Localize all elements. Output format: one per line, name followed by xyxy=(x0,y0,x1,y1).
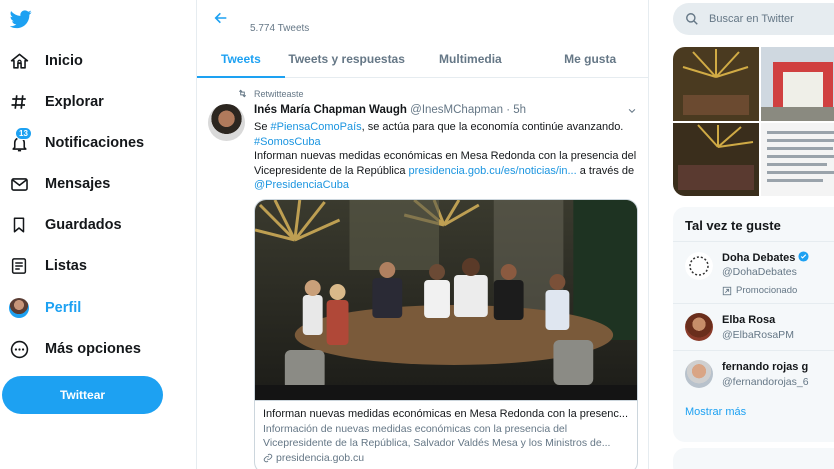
tweet-text-part: a través de xyxy=(576,164,635,177)
main-column: 5.774 Tweets Tweets Tweets y respuestas … xyxy=(196,0,649,469)
user-avatar xyxy=(685,252,713,280)
nav-notifications[interactable]: 13 Notificaciones xyxy=(9,127,144,159)
retweet-indicator: Retwitteaste xyxy=(237,88,304,99)
card-description: Información de nuevas medidas económicas… xyxy=(263,423,611,449)
verified-badge-icon xyxy=(798,251,809,262)
nav-profile[interactable]: Perfil xyxy=(9,292,81,324)
promoted-label: Promocionado xyxy=(722,285,797,296)
hashtag-link[interactable]: #SomosCuba xyxy=(254,136,321,148)
card-title: Informan nuevas medidas económicas en Me… xyxy=(263,408,629,420)
nav-home[interactable]: Inicio xyxy=(9,45,83,77)
nav-bookmarks-label: Guardados xyxy=(45,217,122,233)
nav-explore-label: Explorar xyxy=(45,94,104,110)
tweet-author-handle[interactable]: @InesMChapman xyxy=(410,104,503,116)
retweet-icon xyxy=(238,89,247,98)
tweet-time[interactable]: 5h xyxy=(513,104,526,116)
retweet-label: Retwitteaste xyxy=(254,88,304,99)
twitter-logo-icon[interactable] xyxy=(10,8,32,30)
who-to-follow-title: Tal vez te guste xyxy=(685,218,781,233)
search-icon xyxy=(686,13,698,25)
tab-tweets[interactable]: Tweets xyxy=(197,40,285,78)
promoted-icon xyxy=(722,286,732,295)
bell-icon: 13 xyxy=(9,127,32,153)
link-preview-card[interactable]: Informan nuevas medidas económicas en Me… xyxy=(254,199,638,469)
tweet-line-2: #SomosCuba xyxy=(254,135,639,150)
hashtag-icon xyxy=(9,92,29,112)
left-sidebar: Inicio Explorar 13 Notificaciones Mensaj… xyxy=(0,0,196,469)
user-name-text: Doha Debates xyxy=(722,252,796,264)
trends-panel xyxy=(673,448,834,469)
card-image xyxy=(255,200,637,400)
nav-messages[interactable]: Mensajes xyxy=(9,168,110,200)
card-domain: presidencia.gob.cu xyxy=(276,452,365,464)
hashtag-link[interactable]: #PiensaComoPaís xyxy=(271,121,362,133)
show-more-link[interactable]: Mostrar más xyxy=(685,406,746,418)
suggested-user[interactable]: Doha Debates @DohaDebates Promocionado xyxy=(673,241,834,303)
profile-avatar xyxy=(9,298,29,318)
tweet-author-name[interactable]: Inés María Chapman Waugh xyxy=(254,104,407,116)
tab-likes[interactable]: Me gusta xyxy=(532,40,648,77)
search-placeholder: Buscar en Twitter xyxy=(709,13,794,25)
envelope-icon xyxy=(9,174,29,194)
nav-profile-label: Perfil xyxy=(45,300,82,316)
suggested-user-name: Doha Debates xyxy=(722,251,809,264)
tab-media[interactable]: Multimedia xyxy=(409,40,533,77)
suggested-user-handle: @fernandorojas_6 xyxy=(722,376,809,388)
bookmark-icon xyxy=(9,215,29,235)
profile-tabs: Tweets Tweets y respuestas Multimedia Me… xyxy=(197,40,648,78)
nav-lists[interactable]: Listas xyxy=(9,250,87,282)
media-thumbnails[interactable] xyxy=(673,47,834,196)
list-icon xyxy=(9,256,29,276)
back-arrow-icon[interactable] xyxy=(213,10,229,26)
tweet-text-part: , se actúa para que la economía continúe… xyxy=(361,121,624,133)
card-body: Informan nuevas medidas económicas en Me… xyxy=(255,400,637,469)
external-link[interactable]: presidencia.gob.cu/es/noticias/in... xyxy=(409,165,577,177)
tweet-line-1: Se #PiensaComoPaís, se actúa para que la… xyxy=(254,120,639,135)
nav-more[interactable]: Más opciones xyxy=(9,333,141,365)
nav-lists-label: Listas xyxy=(45,258,87,274)
mention-link[interactable]: @PresidenciaCuba xyxy=(254,179,349,191)
more-icon xyxy=(9,339,29,359)
nav-bookmarks[interactable]: Guardados xyxy=(9,209,122,241)
tweet-separator: · xyxy=(506,104,511,116)
suggested-user-handle: @ElbaRosaPM xyxy=(722,329,794,341)
user-avatar xyxy=(685,313,713,341)
card-domain-row: presidencia.gob.cu xyxy=(263,452,629,464)
tweet-button[interactable]: Twittear xyxy=(2,376,163,414)
suggested-user[interactable]: Elba Rosa @ElbaRosaPM xyxy=(673,303,834,350)
nav-messages-label: Mensajes xyxy=(45,176,111,192)
suggested-user-name: Elba Rosa xyxy=(722,314,776,326)
tweet-header: Inés María Chapman Waugh @InesMChapman ·… xyxy=(254,104,526,116)
suggested-user[interactable]: fernando rojas g @fernandorojas_6 xyxy=(673,350,834,397)
notifications-badge: 13 xyxy=(15,127,32,140)
tab-tweets-replies[interactable]: Tweets y respuestas xyxy=(285,40,409,77)
nav-home-label: Inicio xyxy=(45,53,83,69)
user-avatar xyxy=(685,360,713,388)
promoted-text: Promocionado xyxy=(736,285,798,296)
search-input[interactable]: Buscar en Twitter xyxy=(673,3,834,35)
tweet-text: Se #PiensaComoPaís, se actúa para que la… xyxy=(254,120,639,193)
right-sidebar: Buscar en Twitter Tal vez te guste Doha … xyxy=(649,0,834,469)
tweet-text-part: Se xyxy=(254,121,271,133)
nav-explore[interactable]: Explorar xyxy=(9,86,104,118)
nav-notifications-label: Notificaciones xyxy=(45,135,145,151)
tweet-count: 5.774 Tweets xyxy=(250,23,310,34)
suggested-user-name: fernando rojas g xyxy=(722,361,809,373)
tweet-author-avatar[interactable] xyxy=(208,104,245,141)
link-icon xyxy=(263,453,273,463)
nav-more-label: Más opciones xyxy=(45,341,141,357)
who-to-follow-panel: Tal vez te guste Doha Debates @DohaDebat… xyxy=(673,207,834,442)
suggested-user-handle: @DohaDebates xyxy=(722,266,797,278)
chevron-down-icon[interactable] xyxy=(627,106,637,116)
tweet-line-3: Informan nuevas medidas económicas en Me… xyxy=(254,149,639,193)
profile-header: 5.774 Tweets xyxy=(197,0,648,40)
home-icon xyxy=(9,51,29,71)
